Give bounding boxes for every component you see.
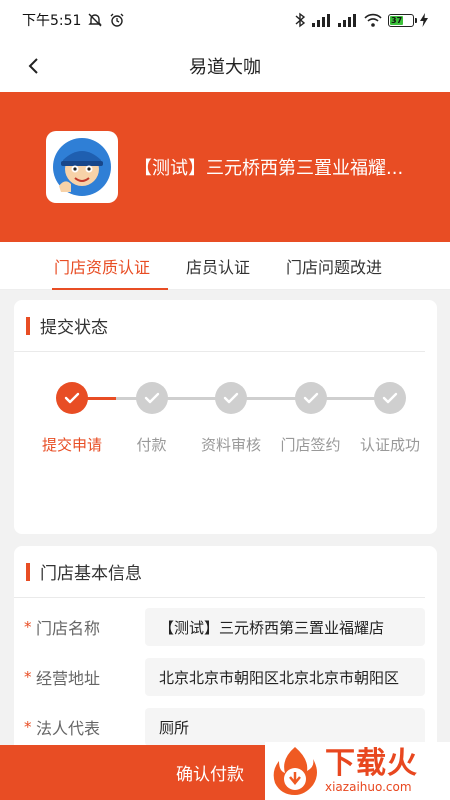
do-not-disturb-icon — [87, 12, 103, 28]
watermark-title: 下载火 — [325, 746, 418, 781]
field-label: 经营地址 — [36, 669, 101, 688]
check-icon — [215, 382, 247, 414]
flame-logo-icon — [273, 747, 317, 795]
required-mark: * — [24, 618, 32, 636]
chevron-left-icon — [28, 58, 38, 74]
signal-2-icon — [338, 13, 358, 27]
progress-step: 付款 — [112, 382, 192, 455]
progress-step: 门店签约 — [271, 382, 351, 455]
signal-icon — [312, 13, 332, 27]
step-label: 门店签约 — [280, 436, 341, 454]
legal-representative-field[interactable]: 厕所 — [145, 708, 425, 746]
battery-level: 37 — [390, 15, 404, 25]
step-label: 资料审核 — [200, 436, 261, 454]
step-label: 提交申请 — [41, 436, 102, 454]
step-label: 认证成功 — [359, 436, 420, 454]
card-header: 提交状态 — [14, 300, 425, 352]
field-label: 法人代表 — [36, 719, 101, 738]
required-mark: * — [24, 668, 32, 686]
tab-store-issue-improvement[interactable]: 门店问题改进 — [268, 242, 400, 290]
form-row-address: * 经营地址 北京北京市朝阳区北京北京市朝阳区 — [14, 652, 437, 702]
required-mark: * — [24, 718, 32, 736]
accent-bar — [26, 562, 30, 581]
store-header: 【测试】三元桥西第三置业福耀... — [0, 92, 450, 242]
form-row-store-name: * 门店名称 【测试】三元桥西第三置业福耀店 — [14, 602, 437, 652]
card-header: 门店基本信息 — [14, 546, 425, 598]
accent-bar — [26, 316, 30, 335]
status-bar: 下午5:51 37 — [0, 0, 450, 40]
tab-staff-certification[interactable]: 店员认证 — [168, 242, 268, 290]
check-icon — [294, 382, 327, 414]
tab-bar: 门店资质认证 店员认证 门店问题改进 — [0, 242, 450, 290]
progress-step: 认证成功 — [350, 382, 430, 455]
progress-steps: 提交申请 付款 资料审核 门店签约 认证成功 — [14, 382, 437, 462]
wifi-icon — [364, 13, 382, 27]
progress-step: 资料审核 — [191, 382, 271, 455]
charging-icon — [420, 13, 428, 27]
status-time: 下午5:51 — [22, 13, 82, 29]
card-title: 提交状态 — [40, 318, 108, 338]
progress-step: 提交申请 — [32, 382, 112, 455]
watermark-url: xiazaihuo.com — [325, 780, 412, 794]
battery-icon: 37 — [388, 13, 417, 27]
store-info-card: 门店基本信息 * 门店名称 【测试】三元桥西第三置业福耀店 * 经营地址 北京北… — [14, 546, 437, 756]
alarm-icon — [109, 12, 125, 28]
mascot-icon — [53, 138, 111, 196]
nav-bar: 易道大咖 — [0, 40, 450, 92]
check-icon — [374, 382, 406, 414]
store-name-field[interactable]: 【测试】三元桥西第三置业福耀店 — [145, 608, 425, 646]
submit-status-card: 提交状态 提交申请 付款 资料审核 门店签约 认证成功 — [14, 300, 437, 534]
store-logo — [46, 131, 118, 203]
store-name: 【测试】三元桥西第三置业福耀... — [134, 158, 404, 179]
page-title: 易道大咖 — [189, 57, 261, 78]
address-field[interactable]: 北京北京市朝阳区北京北京市朝阳区 — [145, 658, 425, 696]
card-title: 门店基本信息 — [40, 564, 142, 584]
field-label: 门店名称 — [36, 619, 101, 638]
bluetooth-icon — [294, 12, 306, 28]
check-icon — [135, 382, 168, 414]
check-icon — [56, 382, 88, 414]
back-button[interactable] — [18, 50, 50, 82]
step-label: 付款 — [136, 436, 167, 454]
tab-store-qualification[interactable]: 门店资质认证 — [36, 242, 169, 290]
watermark: 下载火 xiazaihuo.com — [265, 742, 450, 800]
